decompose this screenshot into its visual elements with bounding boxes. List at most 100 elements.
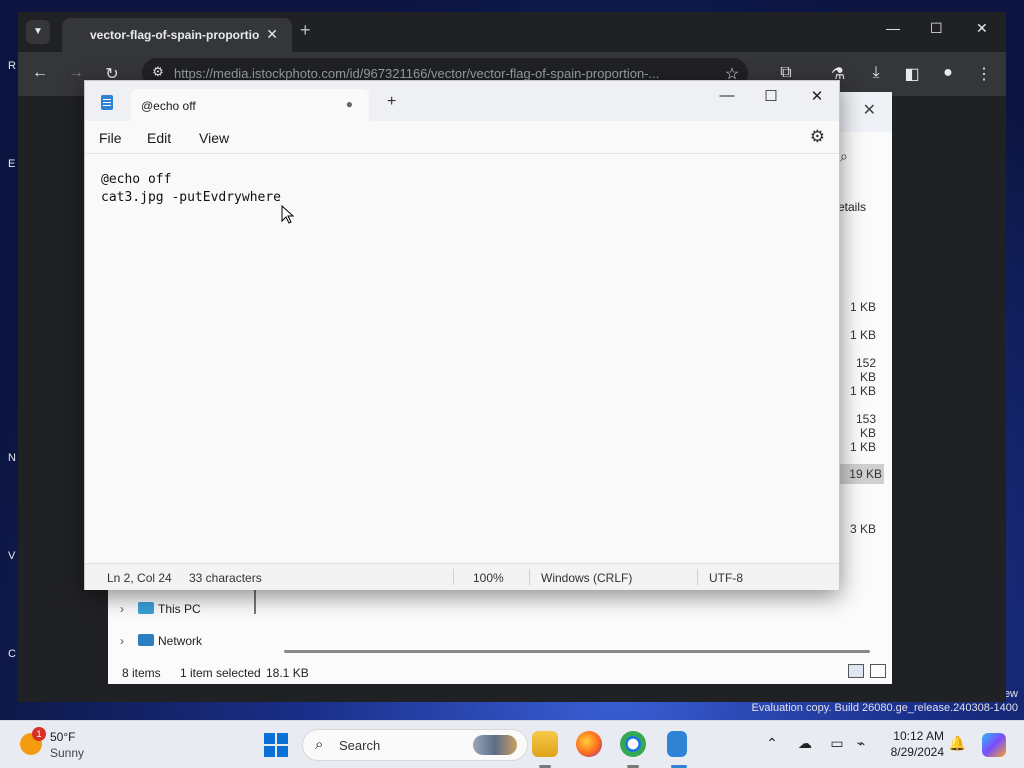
desktop-icon-label[interactable]: R <box>8 60 16 72</box>
search-label: Search <box>339 738 381 753</box>
new-tab-button[interactable]: + <box>300 20 311 41</box>
divider <box>529 569 530 585</box>
side-panel-icon[interactable]: ◧ <box>902 64 922 84</box>
desktop-icon-label[interactable]: N <box>8 452 16 464</box>
notepad-window: @echo off ● + — ☐ ✕ File Edit View ⚙ @ec… <box>84 80 840 590</box>
network-icon <box>138 634 154 646</box>
chevron-up-icon[interactable]: ⌃ <box>763 735 781 752</box>
file-size: 152 KB <box>855 356 876 384</box>
windows-logo-icon <box>264 746 275 757</box>
windows-logo-icon <box>277 733 288 744</box>
windows-logo-icon <box>264 733 275 744</box>
file-size: 1 KB <box>849 440 876 454</box>
menu-file[interactable]: File <box>99 130 122 146</box>
selection-count: 1 item selected <box>180 666 261 680</box>
search-icon[interactable]: ⌕ <box>840 148 848 165</box>
forward-arrow-icon[interactable]: → <box>66 64 86 82</box>
notification-badge: 1 <box>32 727 46 741</box>
back-arrow-icon[interactable]: ← <box>30 64 50 82</box>
maximize-button[interactable]: ☐ <box>761 87 781 105</box>
file-size: 1 KB <box>849 328 876 342</box>
profile-avatar-icon[interactable]: ● <box>938 64 958 82</box>
chrome-tabstrip: ▼ vector-flag-of-spain-proportio ✕ + — ☐… <box>18 12 1006 52</box>
nav-item-label: This PC <box>158 602 201 616</box>
notepad-tab[interactable]: @echo off ● <box>131 89 369 121</box>
download-icon[interactable]: ⤓ <box>866 64 886 82</box>
start-button[interactable] <box>264 733 288 757</box>
details-view-icon[interactable] <box>848 664 864 678</box>
onedrive-icon[interactable]: ☁ <box>796 735 814 752</box>
notepad-text-area[interactable]: @echo off cat3.jpg -putEvdrywhere <box>101 171 281 207</box>
item-count: 8 items <box>122 666 161 680</box>
menu-kebab-icon[interactable]: ⋮ <box>974 64 994 84</box>
nav-scrollbar[interactable] <box>254 588 256 614</box>
navigation-pane: › This PC › Network <box>108 592 256 652</box>
text-line: cat3.jpg -putEvdrywhere <box>101 190 282 205</box>
explorer-status-bar: 8 items 1 item selected 18.1 KB <box>108 660 892 684</box>
chevron-right-icon[interactable]: › <box>120 634 138 648</box>
windows-logo-icon <box>277 746 288 757</box>
site-info-icon[interactable]: ⚙ <box>148 64 168 80</box>
nav-item-network[interactable]: › Network <box>120 634 202 648</box>
minimize-button[interactable]: — <box>717 87 737 104</box>
firefox-taskbar-icon[interactable] <box>576 731 602 757</box>
text-line: @echo off <box>101 172 172 187</box>
details-button[interactable]: etails <box>838 200 866 214</box>
file-size: 153 KB <box>855 412 876 440</box>
maximize-button[interactable]: ☐ <box>930 20 943 37</box>
display-icon[interactable]: ▭ <box>828 735 846 752</box>
minimize-button[interactable]: — <box>886 20 900 36</box>
close-button[interactable]: ✕ <box>807 87 827 105</box>
notepad-app-icon <box>101 95 113 110</box>
divider <box>453 569 454 585</box>
divider <box>697 569 698 585</box>
encoding[interactable]: UTF-8 <box>709 571 743 585</box>
computer-icon <box>138 602 154 614</box>
close-window-button[interactable]: ✕ <box>976 20 988 37</box>
clock-date: 8/29/2024 <box>890 745 944 759</box>
menu-view[interactable]: View <box>199 130 229 146</box>
notification-bell-icon[interactable]: 🔔 <box>949 735 966 752</box>
notepad-taskbar-icon[interactable] <box>667 731 687 757</box>
settings-gear-icon[interactable]: ⚙ <box>810 127 825 147</box>
url-text: https://media.istockphoto.com/id/9673211… <box>174 66 660 81</box>
tab-search-button[interactable]: ▼ <box>26 20 50 44</box>
zoom-level[interactable]: 100% <box>473 571 504 585</box>
close-icon[interactable]: ✕ <box>863 100 876 120</box>
copilot-icon[interactable] <box>982 733 1006 757</box>
file-explorer-taskbar-icon[interactable] <box>532 731 558 757</box>
desktop-icon-label[interactable]: V <box>8 550 15 562</box>
unsaved-dot-icon[interactable]: ● <box>346 97 353 111</box>
desktop-icon-label[interactable]: E <box>8 158 15 170</box>
chrome-taskbar-icon[interactable] <box>620 731 646 757</box>
taskbar-search-box[interactable]: ⌕ Search <box>302 729 528 761</box>
chevron-right-icon[interactable]: › <box>120 602 138 616</box>
tiles-view-icon[interactable] <box>870 664 886 678</box>
nav-item-this-pc[interactable]: › This PC <box>120 602 201 616</box>
clock-time: 10:12 AM <box>893 729 944 743</box>
desktop-icon-label[interactable]: C <box>8 648 16 660</box>
system-clock[interactable]: 10:12 AM 8/29/2024 <box>891 728 944 760</box>
cursor-position: Ln 2, Col 24 <box>107 571 172 585</box>
watermark-fragment: ew <box>1003 688 1018 700</box>
notepad-menu-bar: File Edit View ⚙ <box>85 121 839 154</box>
file-size-selected[interactable]: 19 KB <box>840 464 884 484</box>
character-count: 33 characters <box>189 571 262 585</box>
network-icon[interactable]: ⌁ <box>852 735 870 752</box>
nav-item-label: Network <box>158 634 203 648</box>
file-size: 1 KB <box>849 300 876 314</box>
search-highlight-image <box>473 735 517 755</box>
weather-condition: Sunny <box>50 746 85 760</box>
chrome-tab[interactable]: vector-flag-of-spain-proportio ✕ <box>62 18 292 52</box>
close-tab-icon[interactable]: ✕ <box>266 26 278 43</box>
notepad-titlebar: @echo off ● + — ☐ ✕ <box>85 81 839 121</box>
horizontal-scrollbar[interactable] <box>284 650 870 653</box>
chrome-tab-title: vector-flag-of-spain-proportio <box>90 28 260 42</box>
menu-edit[interactable]: Edit <box>147 130 171 146</box>
line-ending[interactable]: Windows (CRLF) <box>541 571 632 585</box>
new-tab-button[interactable]: + <box>387 93 396 111</box>
selection-size: 18.1 KB <box>266 666 309 680</box>
weather-temperature: 50°F <box>50 730 76 744</box>
notepad-tab-title: @echo off <box>141 99 196 113</box>
evaluation-watermark: Evaluation copy. Build 26080.ge_release.… <box>751 702 1018 714</box>
